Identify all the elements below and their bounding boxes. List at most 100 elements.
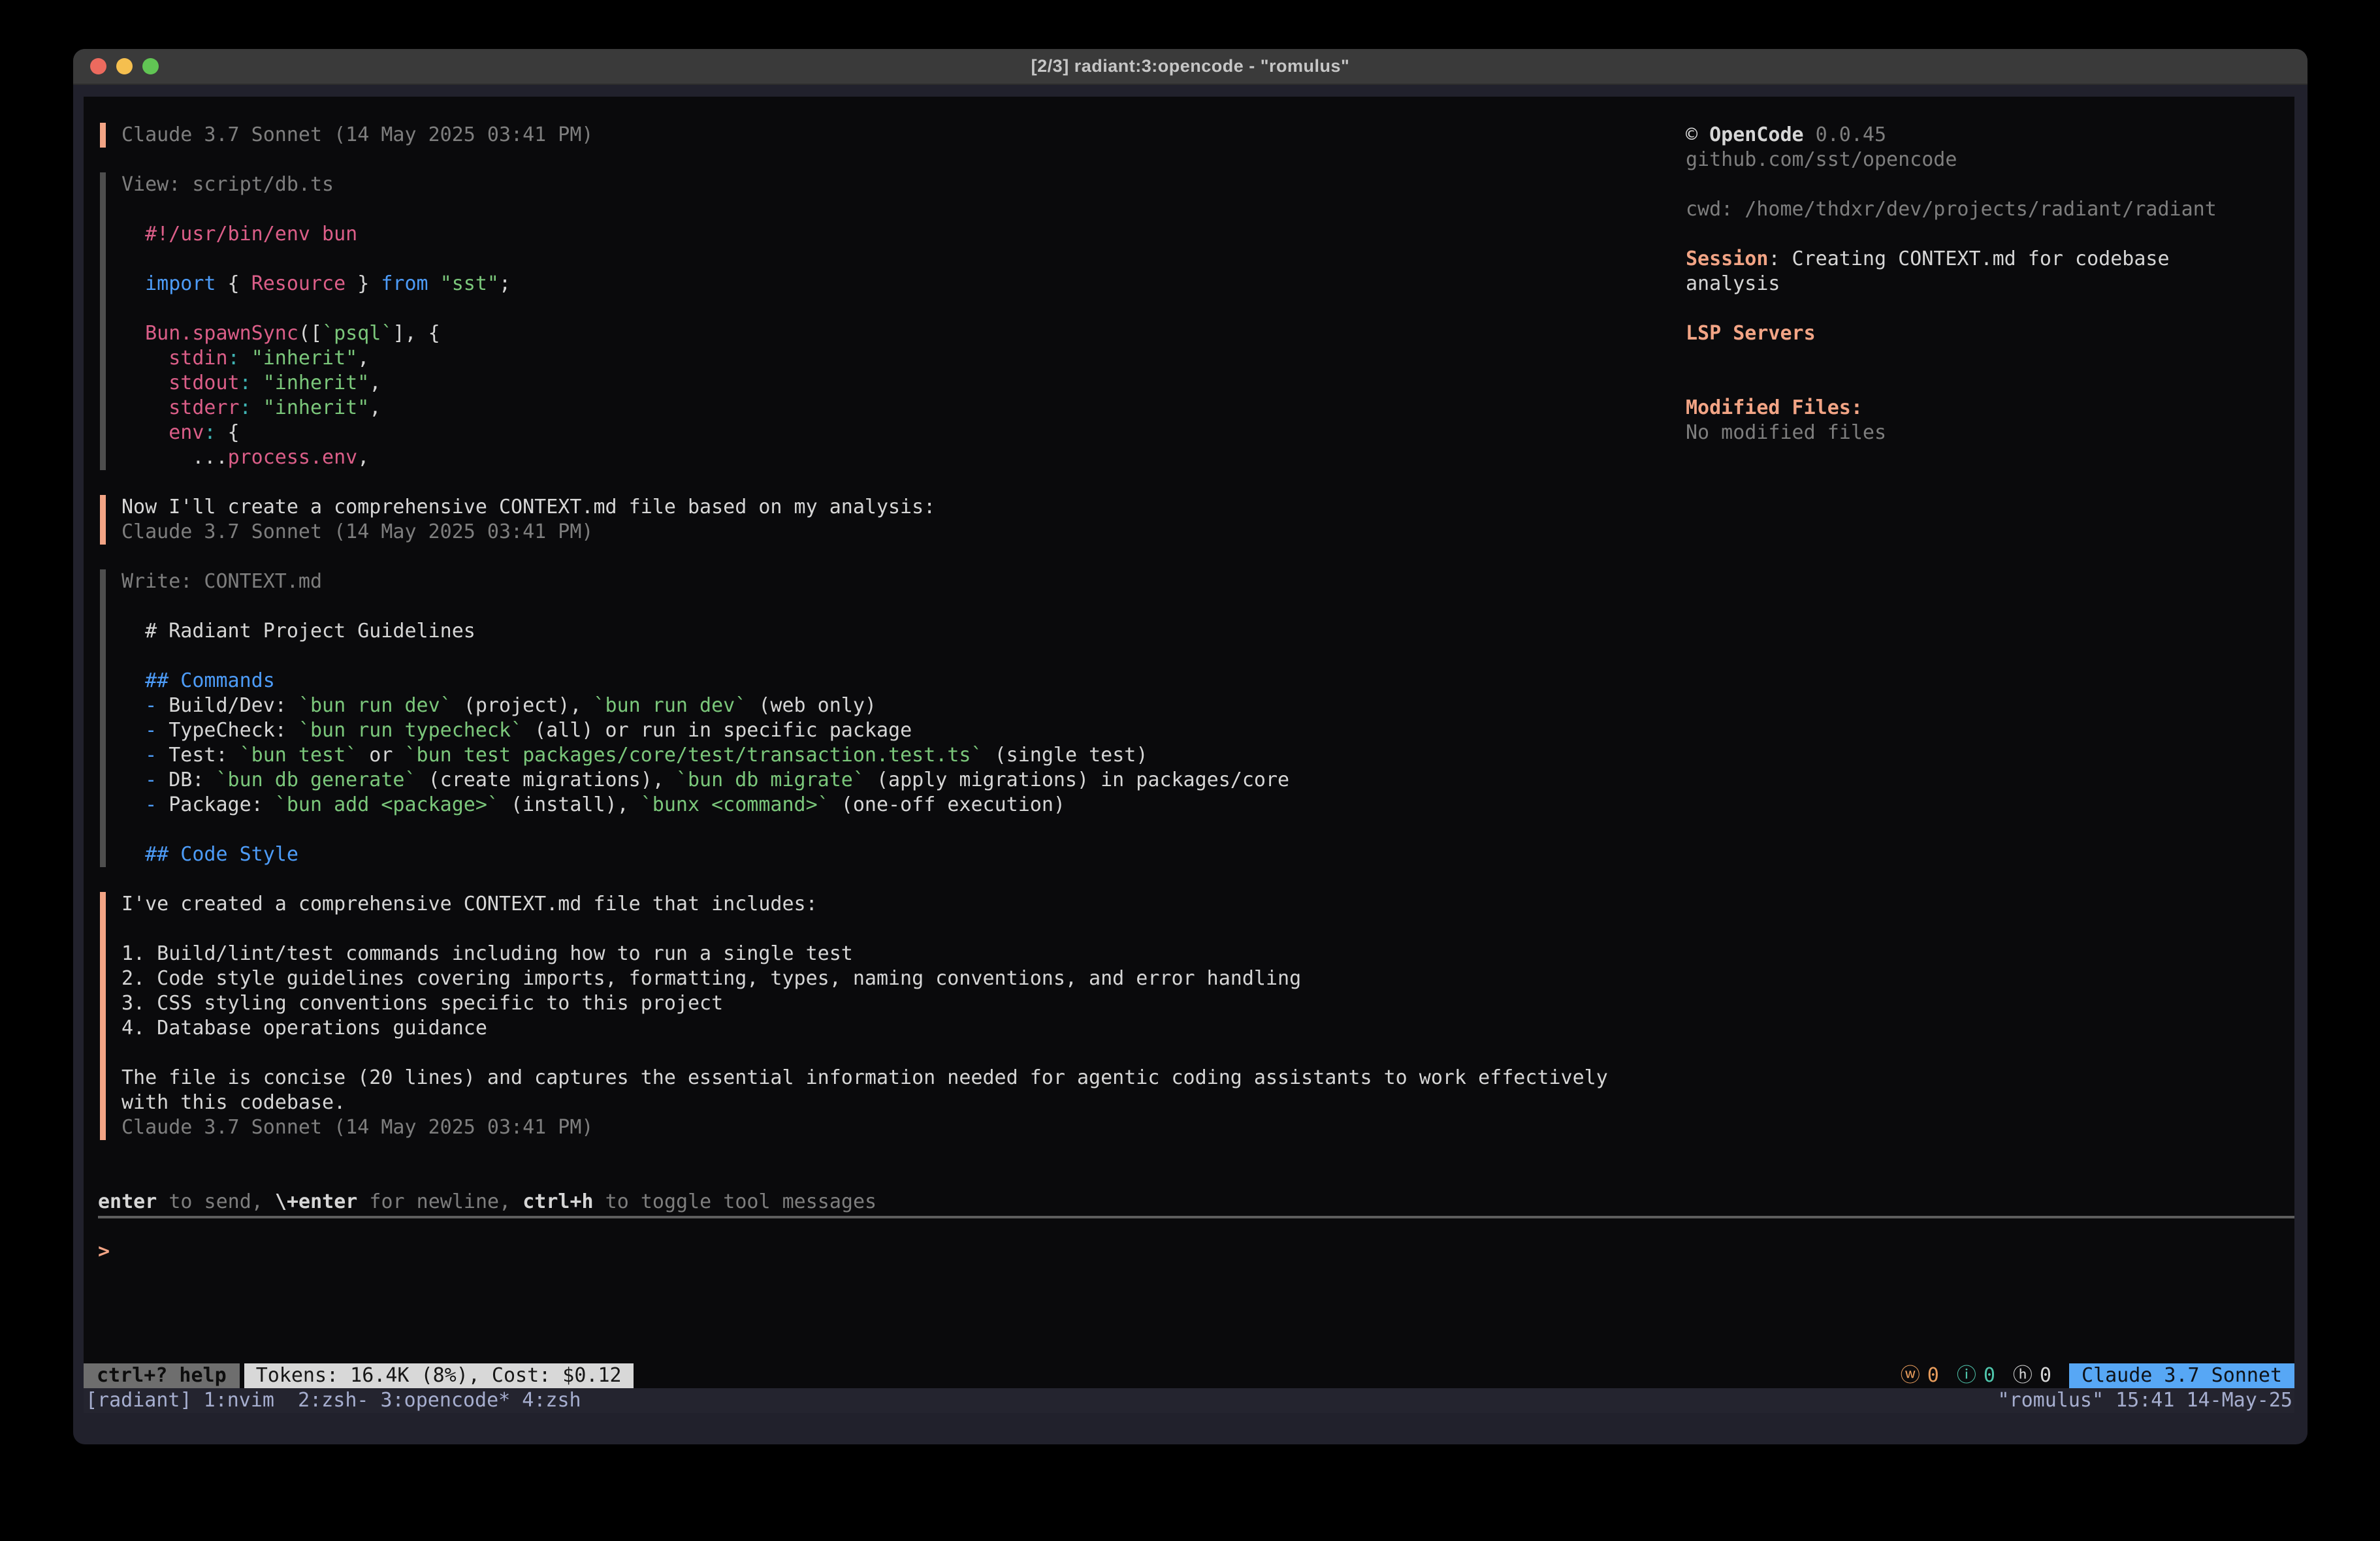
- terminal-line: Now I'll create a comprehensive CONTEXT.…: [121, 495, 2294, 520]
- text-segment: -: [145, 769, 157, 791]
- text-segment: "inherit": [263, 396, 370, 419]
- text-segment: [240, 347, 251, 370]
- text-segment: "inherit": [251, 347, 358, 370]
- text-segment: :: [204, 421, 216, 444]
- text-segment: [428, 272, 440, 295]
- terminal-line: Write: CONTEXT.md: [121, 569, 2294, 594]
- text-segment: [121, 421, 169, 444]
- tmux-session-info: "romulus" 15:41 14-May-25: [1997, 1388, 2292, 1413]
- text-segment: [121, 769, 145, 791]
- text-segment: `bun run dev`: [594, 694, 747, 717]
- traffic-lights: [90, 58, 159, 74]
- titlebar[interactable]: [2/3] radiant:3:opencode - "romulus": [73, 49, 2308, 85]
- text-segment: [121, 322, 145, 345]
- terminal-line: ## Code Style: [121, 842, 2294, 867]
- terminal-line: 1. Build/lint/test commands including ho…: [121, 942, 2294, 966]
- prompt-icon: >: [98, 1240, 110, 1263]
- terminal-line: [1686, 172, 2250, 197]
- text-segment: No modified files: [1686, 421, 1886, 444]
- text-segment: :: [228, 347, 240, 370]
- text-segment: (install),: [499, 793, 641, 816]
- text-segment: ;: [499, 272, 511, 295]
- terminal-line: - Package: `bun add <package>` (install)…: [121, 793, 2294, 818]
- terminal-line: Session: Creating CONTEXT.md for codebas…: [1686, 247, 2250, 296]
- close-button[interactable]: [90, 58, 106, 74]
- text-segment: {: [216, 421, 240, 444]
- text-segment: (all) or run in specific package: [523, 719, 912, 742]
- text-segment: # Radiant Project Guidelines: [121, 620, 475, 643]
- text-segment: TypeCheck:: [157, 719, 298, 742]
- text-segment: 4. Database operations guidance: [121, 1017, 487, 1040]
- text-segment: Bun.spawnSync: [145, 322, 298, 345]
- text-segment: [121, 223, 145, 246]
- text-segment: [121, 694, 145, 717]
- spacer: [98, 1140, 2294, 1190]
- text-segment: import: [145, 272, 216, 295]
- text-segment: ## Code Style: [145, 843, 298, 866]
- terminal-line: - Test: `bun test` or `bun test packages…: [121, 743, 2294, 768]
- help-shortcut-chip[interactable]: ctrl+? help: [84, 1363, 240, 1388]
- warning-count: 0: [1927, 1363, 1939, 1388]
- tmux-window-list[interactable]: [radiant] 1:nvim 2:zsh- 3:opencode* 4:zs…: [86, 1388, 581, 1413]
- text-segment: Test:: [157, 744, 239, 767]
- text-segment: `bun run typecheck`: [298, 719, 523, 742]
- text-segment: process.env: [228, 446, 358, 469]
- terminal-line: [121, 818, 2294, 842]
- text-segment: -: [145, 793, 157, 816]
- text-segment: Session: [1686, 247, 1768, 270]
- hint-count: 0: [2040, 1363, 2051, 1388]
- message-block: Now I'll create a comprehensive CONTEXT.…: [100, 495, 2294, 545]
- text-segment: [251, 396, 263, 419]
- hint-circle-icon: ⓗ: [2013, 1363, 2033, 1388]
- text-segment: -: [145, 744, 157, 767]
- text-segment: stdout: [169, 372, 239, 394]
- text-segment: (one-off execution): [829, 793, 1065, 816]
- text-segment: 3. CSS styling conventions specific to t…: [121, 992, 723, 1015]
- text-segment: :: [240, 372, 251, 394]
- text-segment: ], {: [393, 322, 440, 345]
- text-segment: -: [145, 694, 157, 717]
- terminal-line: with this codebase.: [121, 1090, 2294, 1115]
- text-segment: to send,: [157, 1190, 275, 1213]
- text-segment: [121, 719, 145, 742]
- tmux-status-bar: [radiant] 1:nvim 2:zsh- 3:opencode* 4:zs…: [84, 1388, 2294, 1413]
- minimize-button[interactable]: [116, 58, 133, 74]
- text-segment: (web only): [747, 694, 876, 717]
- text-segment: Build/Dev:: [157, 694, 298, 717]
- text-segment: (project),: [452, 694, 594, 717]
- terminal-line: Claude 3.7 Sonnet (14 May 2025 03:41 PM): [121, 1115, 2294, 1140]
- text-segment: [121, 272, 145, 295]
- input-divider: [98, 1216, 2294, 1218]
- text-segment: ctrl+h: [523, 1190, 593, 1213]
- maximize-button[interactable]: [142, 58, 159, 74]
- text-segment: with this codebase.: [121, 1091, 346, 1114]
- terminal-line: [1686, 371, 2250, 396]
- text-segment: `bun db migrate`: [676, 769, 865, 791]
- text-segment: to toggle tool messages: [594, 1190, 876, 1213]
- message-block: I've created a comprehensive CONTEXT.md …: [100, 892, 2294, 1140]
- terminal-line: Claude 3.7 Sonnet (14 May 2025 03:41 PM): [121, 520, 2294, 545]
- text-segment: for newline,: [357, 1190, 523, 1213]
- terminal-line: © OpenCode 0.0.45: [1686, 123, 2250, 148]
- text-segment: Claude 3.7 Sonnet (14 May 2025 03:41 PM): [121, 1116, 593, 1139]
- text-segment: Claude 3.7 Sonnet (14 May 2025 03:41 PM): [121, 123, 593, 146]
- terminal-line: [1686, 296, 2250, 321]
- text-segment: `bun test`: [240, 744, 358, 767]
- text-segment: I've created a comprehensive CONTEXT.md …: [121, 893, 818, 915]
- text-segment: `bun db generate`: [216, 769, 417, 791]
- text-segment: [121, 372, 169, 394]
- text-segment: Modified Files:: [1686, 396, 1863, 419]
- terminal-line: 3. CSS styling conventions specific to t…: [121, 991, 2294, 1016]
- terminal-line: [121, 644, 2294, 669]
- text-segment: stdin: [169, 347, 227, 370]
- text-segment: `bun run dev`: [298, 694, 452, 717]
- terminal-line: # Radiant Project Guidelines: [121, 619, 2294, 644]
- text-segment: ## Commands: [145, 669, 275, 692]
- text-segment: github.com/sst/opencode: [1686, 148, 1957, 171]
- sidebar: © OpenCode 0.0.45github.com/sst/opencode…: [1686, 123, 2250, 445]
- model-badge[interactable]: Claude 3.7 Sonnet: [2069, 1363, 2294, 1388]
- text-segment: `bunx <command>`: [641, 793, 829, 816]
- text-segment: 0.0.45: [1804, 123, 1886, 146]
- prompt-input[interactable]: >: [98, 1239, 2294, 1264]
- text-segment: View: script/db.ts: [121, 173, 334, 196]
